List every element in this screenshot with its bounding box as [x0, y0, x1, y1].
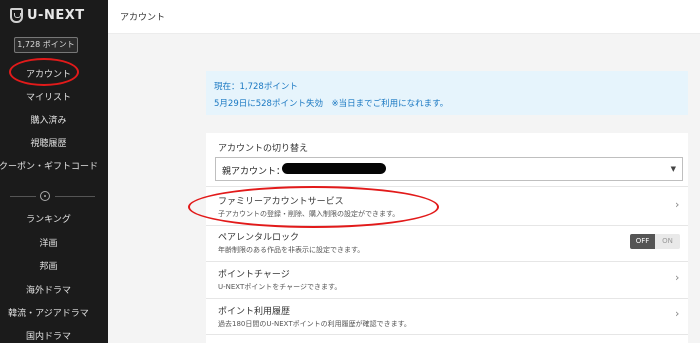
sidebar-item-foreign-drama[interactable]: 海外ドラマ	[0, 283, 97, 296]
sidebar: U-NEXT 1,728 ポイント アカウント マイリスト 購入済み 視聴履歴 …	[0, 0, 108, 343]
sidebar-item-domestic-drama[interactable]: 国内ドラマ	[0, 329, 97, 342]
home-circle-icon[interactable]	[40, 191, 50, 201]
divider	[206, 334, 688, 335]
account-switch-title: アカウントの切り替え	[218, 144, 309, 154]
toggle-on[interactable]: ON	[655, 234, 680, 249]
divider-left	[10, 196, 36, 197]
row-point-charge-title: ポイントチャージ	[218, 270, 290, 280]
annotation-circle-account	[9, 58, 79, 86]
dropdown-arrow-icon: ▼	[670, 165, 676, 173]
sidebar-item-japanese-movies[interactable]: 邦画	[0, 259, 97, 272]
annotation-circle-family-account	[188, 186, 439, 228]
account-select-value: 親アカウント：	[222, 167, 286, 177]
sidebar-item-coupon[interactable]: クーポン・ギフトコード	[0, 159, 105, 172]
row-parental-lock-title: ペアレンタルロック	[218, 233, 300, 243]
chevron-right-icon: ›	[675, 271, 680, 284]
row-point-history-subtitle: 過去180日間のU-NEXTポイントの利用履歴が確認できます。	[218, 320, 411, 328]
logo-text: U-NEXT	[27, 8, 85, 23]
row-point-history-title: ポイント利用履歴	[218, 307, 291, 317]
account-select[interactable]: 親アカウント： ▼	[215, 157, 683, 181]
toggle-off[interactable]: OFF	[630, 234, 655, 249]
logo-shield-icon	[10, 8, 23, 23]
points-badge: 1,728 ポイント	[14, 37, 78, 53]
chevron-right-icon: ›	[675, 198, 680, 211]
divider	[206, 298, 688, 299]
sidebar-item-purchased[interactable]: 購入済み	[0, 113, 97, 126]
row-parental-lock-subtitle: 年齢制限のある作品を非表示に設定できます。	[218, 246, 365, 254]
sidebar-item-mylist[interactable]: マイリスト	[0, 90, 97, 103]
current-points-text: 現在：1,728ポイント	[214, 82, 298, 92]
sidebar-item-korean-asian-drama[interactable]: 韓流・アジアドラマ	[0, 306, 97, 319]
chevron-right-icon: ›	[675, 307, 680, 320]
divider-right	[55, 196, 95, 197]
sidebar-item-ranking[interactable]: ランキング	[0, 212, 97, 225]
parental-lock-toggle[interactable]: OFF ON	[630, 234, 680, 249]
sidebar-item-history[interactable]: 視聴履歴	[0, 136, 97, 149]
redacted-account-name	[282, 163, 386, 174]
points-info-box: 現在：1,728ポイント 5月29日に528ポイント失効 ※当日までご利用になれ…	[206, 71, 688, 115]
divider	[206, 261, 688, 262]
row-point-charge-subtitle: U-NEXTポイントをチャージできます。	[218, 283, 342, 291]
sidebar-item-western-movies[interactable]: 洋画	[0, 236, 97, 249]
page-title: アカウント	[120, 13, 166, 23]
page-header: アカウント	[108, 0, 700, 34]
logo[interactable]: U-NEXT	[10, 8, 85, 23]
points-expiry-text: 5月29日に528ポイント失効 ※当日までご利用になれます。	[214, 99, 449, 109]
